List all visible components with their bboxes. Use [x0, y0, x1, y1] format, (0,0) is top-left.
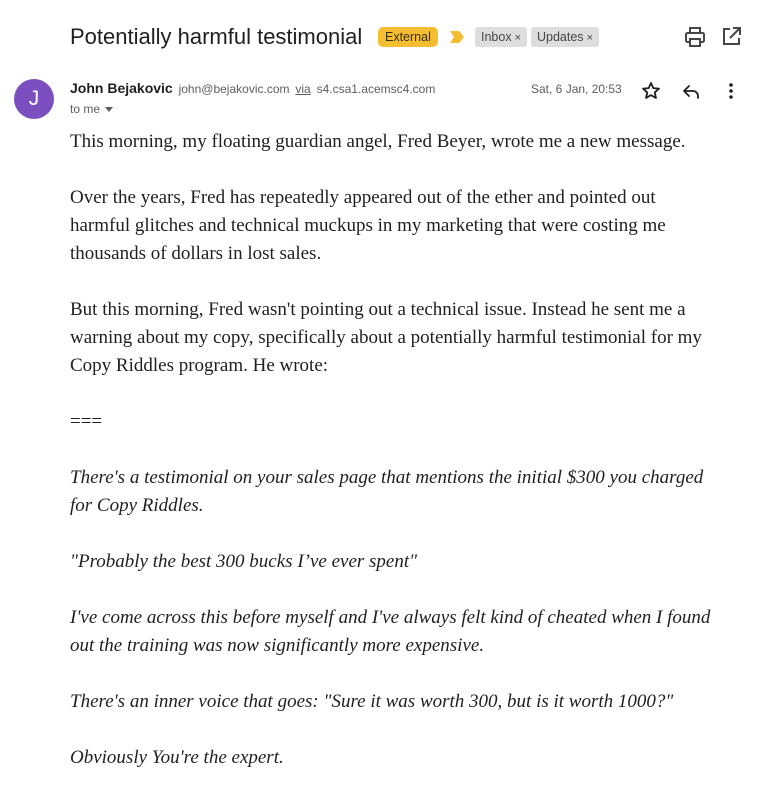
body-line: This morning, my floating guardian angel… — [70, 131, 686, 152]
via-domain: s4.csa1.acemsc4.com — [316, 82, 436, 96]
separator-text: === — [70, 411, 103, 432]
quoted-paragraph: There's an inner voice that goes: "Sure … — [70, 688, 745, 716]
body-paragraph: Over the years, Fred has repeatedly appe… — [70, 184, 745, 268]
label-inbox-name: Inbox — [481, 30, 512, 44]
quoted-line: There's an inner voice that goes: "Sure … — [70, 691, 674, 712]
quoted-line: for Copy Riddles. — [70, 495, 204, 516]
star-icon[interactable] — [639, 79, 663, 103]
body-line: thousands of dollars in lost sales. — [70, 243, 322, 264]
remove-label-updates-button[interactable]: × — [587, 32, 593, 44]
body-line: warning about my copy, specifically abou… — [70, 327, 702, 348]
body-paragraph: But this morning, Fred wasn't pointing o… — [70, 296, 745, 380]
quoted-line: out the training was now significantly m… — [70, 635, 485, 656]
importance-marker-icon[interactable] — [450, 31, 464, 43]
sender-name[interactable]: John Bejakovic — [70, 80, 173, 96]
message-date: Sat, 6 Jan, 20:53 — [531, 82, 622, 96]
quoted-paragraph: "Probably the best 300 bucks I’ve ever s… — [70, 548, 745, 576]
quoted-paragraph: I've come across this before myself and … — [70, 604, 745, 660]
body-line: Over the years, Fred has repeatedly appe… — [70, 187, 656, 208]
quoted-line: I've come across this before myself and … — [70, 607, 711, 628]
message-body: This morning, my floating guardian angel… — [70, 128, 745, 800]
separator: === — [70, 408, 745, 436]
subject-row: Potentially harmful testimonial External… — [70, 22, 760, 52]
printer-icon[interactable] — [683, 25, 707, 49]
email-subject: Potentially harmful testimonial — [70, 24, 363, 49]
body-paragraph: This morning, my floating guardian angel… — [70, 128, 745, 156]
quoted-line: There's a testimonial on your sales page… — [70, 467, 704, 488]
body-line: But this morning, Fred wasn't pointing o… — [70, 299, 686, 320]
chevron-down-icon — [105, 107, 114, 113]
external-badge: External — [378, 27, 438, 47]
reply-icon[interactable] — [679, 79, 703, 103]
remove-label-inbox-button[interactable]: × — [515, 32, 521, 44]
more-vertical-icon[interactable] — [719, 79, 743, 103]
label-updates[interactable]: Updates × — [531, 27, 599, 47]
body-line: harmful glitches and technical muckups i… — [70, 215, 666, 236]
sender-avatar[interactable]: J — [14, 79, 54, 119]
recipients-toggle[interactable]: to me — [70, 102, 114, 116]
sender-email: john@bejakovic.com — [178, 82, 290, 96]
quoted-paragraph: Obviously You're the expert. — [70, 744, 745, 772]
open-in-new-window-icon[interactable] — [719, 25, 743, 49]
quoted-paragraph: There's a testimonial on your sales page… — [70, 464, 745, 520]
recipients-text: to me — [70, 102, 101, 116]
sender-line: John Bejakovic john@bejakovic.com via s4… — [70, 80, 435, 96]
label-updates-name: Updates — [537, 30, 584, 44]
label-inbox[interactable]: Inbox × — [475, 27, 528, 47]
quoted-line: "Probably the best 300 bucks I’ve ever s… — [70, 551, 418, 572]
quoted-line: Obviously You're the expert. — [70, 747, 284, 768]
via-link[interactable]: via — [295, 82, 310, 96]
body-line: Copy Riddles program. He wrote: — [70, 355, 329, 376]
